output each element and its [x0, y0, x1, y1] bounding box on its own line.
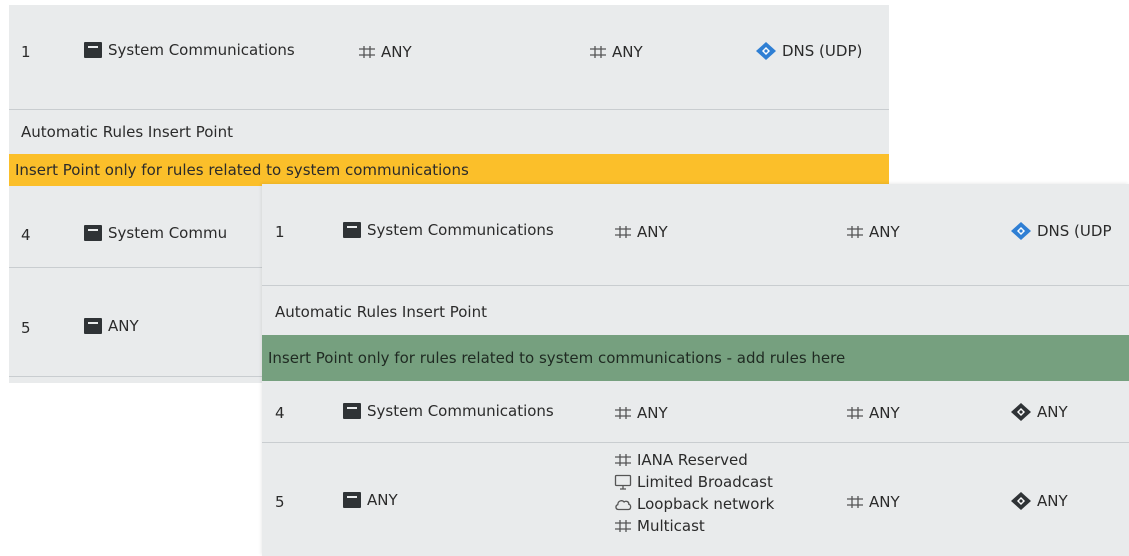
network-icon — [846, 495, 864, 509]
rule-source-label: ANY — [367, 491, 398, 509]
service-icon — [1010, 221, 1032, 241]
destination-item[interactable]: IANA Reserved — [614, 449, 748, 471]
front-rules-panel: 1 System Communications ANY ANY DNS (UDP — [262, 184, 1129, 556]
insert-point-band[interactable]: Insert Point only for rules related to s… — [262, 335, 1129, 381]
rule-service-label: ANY — [1037, 403, 1068, 421]
network-icon — [614, 519, 632, 533]
rule-destination-2-label: ANY — [869, 223, 900, 241]
network-icon — [614, 225, 632, 239]
rule-service-label: DNS (UDP — [1037, 222, 1112, 240]
rule-service-label: DNS (UDP) — [782, 42, 863, 60]
rule-number: 1 — [275, 223, 285, 241]
rule-destination-2[interactable]: ANY — [846, 223, 900, 241]
destination-item-label: Limited Broadcast — [637, 473, 773, 491]
destination-item-label: Multicast — [637, 517, 705, 535]
rule-service[interactable]: ANY — [1010, 491, 1068, 511]
rule-service[interactable]: DNS (UDP) — [755, 41, 862, 61]
rule-service[interactable]: DNS (UDP — [1010, 221, 1112, 241]
service-icon — [1010, 402, 1032, 422]
rule-source-label: System Communications — [108, 41, 295, 59]
rule-number: 5 — [21, 319, 31, 337]
system-communications-icon — [342, 221, 362, 239]
rule-source-label: System Communications — [367, 221, 554, 239]
network-icon — [614, 406, 632, 420]
destination-item[interactable]: Limited Broadcast — [614, 471, 773, 493]
cloud-icon — [614, 497, 632, 511]
rule-row-1[interactable]: 1 System Communications ANY ANY DNS (UDP… — [9, 5, 889, 109]
rule-destination-label: ANY — [381, 43, 412, 61]
network-icon — [614, 453, 632, 467]
insert-point-label: Automatic Rules Insert Point — [275, 303, 487, 321]
system-communications-icon — [83, 224, 103, 242]
system-communications-icon — [83, 41, 103, 59]
rule-destination[interactable]: ANY — [614, 404, 668, 422]
insert-point-band-text: Insert Point only for rules related to s… — [15, 161, 469, 179]
rule-source[interactable]: System Communications — [342, 402, 554, 420]
rule-number: 5 — [275, 493, 285, 511]
rule-source[interactable]: ANY — [83, 317, 139, 335]
rule-destination-list[interactable]: IANA Reserved Limited Broadcast Loopback… — [614, 449, 774, 537]
network-icon — [589, 45, 607, 59]
rule-service-label: ANY — [1037, 492, 1068, 510]
rule-row-1[interactable]: 1 System Communications ANY ANY DNS (UDP — [262, 184, 1129, 284]
network-icon — [358, 45, 376, 59]
rule-destination-2-label: ANY — [869, 493, 900, 511]
rule-destination-2[interactable]: ANY — [846, 404, 900, 422]
destination-item[interactable]: Loopback network — [614, 493, 774, 515]
rule-row-4[interactable]: 4 System Communications ANY ANY ANY — [262, 382, 1129, 442]
system-communications-icon — [342, 402, 362, 420]
insert-point-label: Automatic Rules Insert Point — [21, 123, 233, 141]
rule-source[interactable]: System Communications — [83, 41, 295, 59]
system-communications-icon — [83, 317, 103, 335]
host-icon — [614, 474, 632, 490]
network-icon — [846, 225, 864, 239]
rule-destination-2[interactable]: ANY — [846, 493, 900, 511]
insert-point-band[interactable]: Insert Point only for rules related to s… — [9, 154, 889, 186]
row-separator — [262, 285, 1129, 286]
rule-destination[interactable]: ANY — [358, 43, 412, 61]
service-icon — [755, 41, 777, 61]
rule-destination-2[interactable]: ANY — [589, 43, 643, 61]
network-icon — [846, 406, 864, 420]
rule-number: 4 — [21, 226, 31, 244]
destination-item[interactable]: Multicast — [614, 515, 705, 537]
destination-item-label: IANA Reserved — [637, 451, 748, 469]
system-communications-icon — [342, 491, 362, 509]
rule-destination-label: ANY — [637, 404, 668, 422]
rule-destination-label: ANY — [637, 223, 668, 241]
rule-service[interactable]: ANY — [1010, 402, 1068, 422]
rule-destination[interactable]: ANY — [614, 223, 668, 241]
destination-item-label: Loopback network — [637, 495, 775, 513]
insert-point-band-text: Insert Point only for rules related to s… — [268, 349, 846, 367]
rule-destination-2-label: ANY — [612, 43, 643, 61]
rule-number: 4 — [275, 404, 285, 422]
rule-source-label: ANY — [108, 317, 139, 335]
rule-source[interactable]: System Communications — [342, 221, 554, 239]
rule-source[interactable]: System Commu — [83, 224, 227, 242]
rule-row-5[interactable]: 5 ANY IANA Reserved Limited Broadcast Lo… — [262, 443, 1129, 556]
row-separator — [9, 109, 889, 110]
rule-source[interactable]: ANY — [342, 491, 398, 509]
rule-number: 1 — [21, 43, 31, 61]
rule-destination-2-label: ANY — [869, 404, 900, 422]
rule-source-label: System Commu — [108, 224, 228, 242]
service-icon — [1010, 491, 1032, 511]
rule-source-label: System Communications — [367, 402, 554, 420]
